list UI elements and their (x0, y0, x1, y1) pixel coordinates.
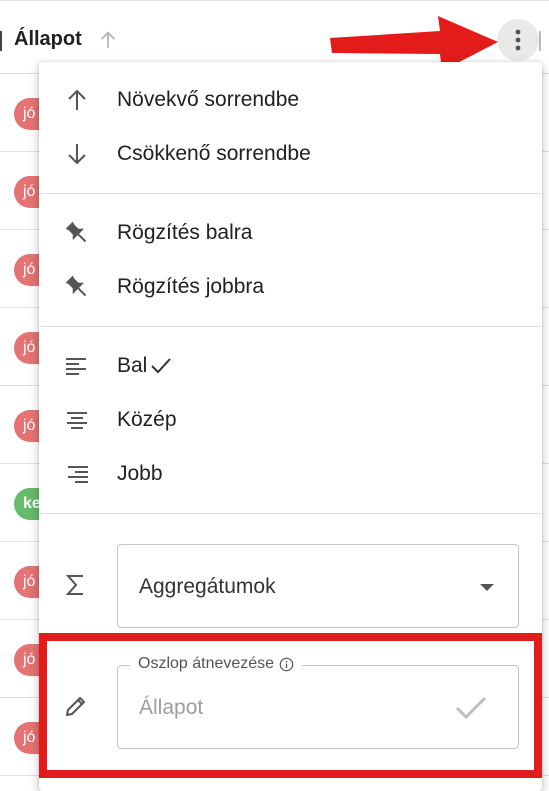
menu-divider (39, 193, 542, 194)
annotation-highlight-box (39, 633, 542, 778)
menu-item-pin-right[interactable]: Rögzítés jobbra (39, 260, 542, 314)
menu-item-pin-left[interactable]: Rögzítés balra (39, 206, 542, 260)
aggregate-select[interactable]: Aggregátumok (117, 544, 519, 628)
arrow-down-icon (68, 144, 86, 165)
menu-item-label: Rögzítés balra (117, 221, 253, 244)
arrow-up-icon[interactable] (97, 29, 119, 51)
check-icon (151, 358, 172, 374)
align-center-icon (67, 412, 87, 429)
pin-icon (65, 275, 87, 297)
align-left-icon (66, 358, 86, 375)
aggregate-select-value: Aggregátumok (139, 575, 276, 598)
pin-icon (65, 221, 87, 243)
caret-down-icon (480, 584, 494, 591)
column-separator[interactable] (0, 31, 2, 51)
menu-divider (39, 513, 542, 514)
menu-item-label: Rögzítés jobbra (117, 275, 265, 298)
align-left-label: Bal (117, 354, 148, 377)
arrow-up-icon (68, 89, 86, 110)
column-menu-button[interactable] (497, 19, 539, 61)
menu-item-label: Jobb (117, 462, 163, 485)
menu-item-label: Csökkenő sorrendbe (117, 142, 311, 165)
menu-divider (39, 326, 542, 327)
column-separator-right[interactable] (539, 31, 541, 51)
menu-item-align-center[interactable]: Közép (39, 393, 542, 447)
sigma-icon (65, 575, 83, 595)
menu-item-sort-asc[interactable]: Növekvő sorrendbe (39, 73, 542, 127)
more-vert-icon (515, 29, 521, 51)
menu-item-align-right[interactable]: Jobb (39, 447, 542, 501)
menu-item-label: Közép (117, 408, 177, 431)
menu-item-align-left[interactable]: Bal (39, 339, 542, 393)
column-title[interactable]: Állapot (14, 28, 82, 51)
menu-item-sort-desc[interactable]: Csökkenő sorrendbe (39, 127, 542, 181)
align-right-icon (68, 466, 88, 483)
menu-item-label: Növekvő sorrendbe (117, 88, 300, 111)
menu-item-label: Bal (117, 354, 173, 378)
